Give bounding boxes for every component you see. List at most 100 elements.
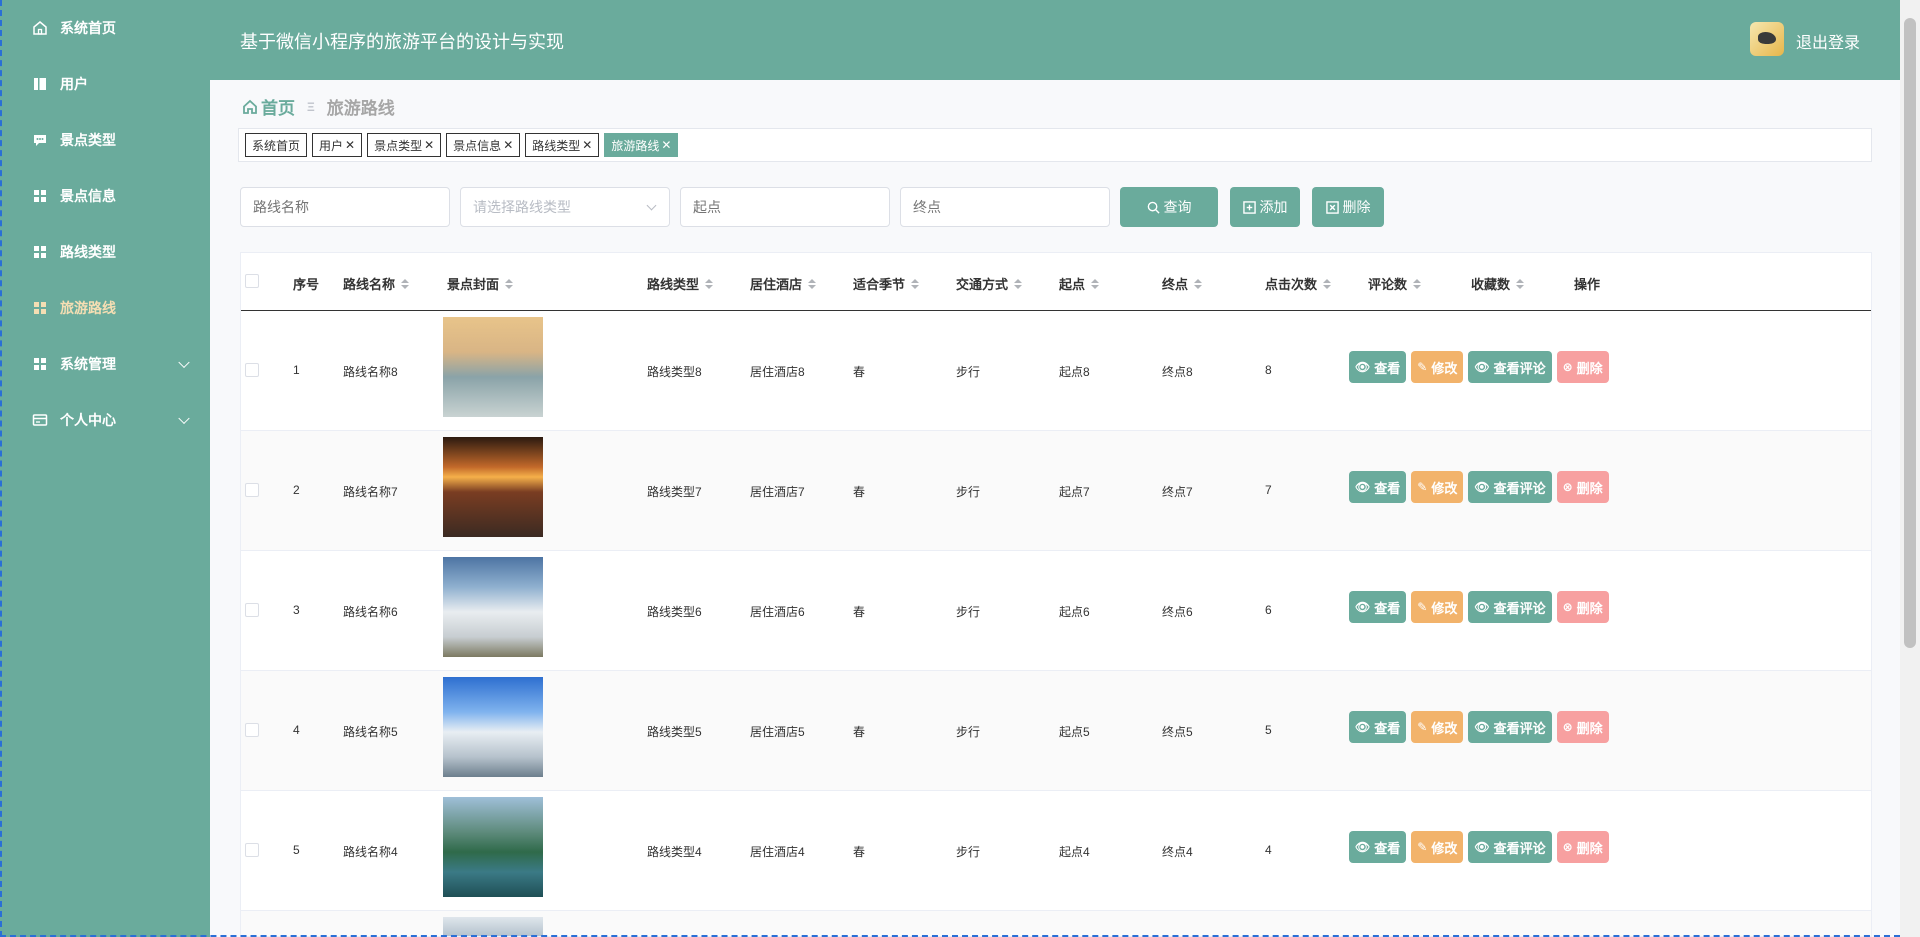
scenic-cover-image [443,917,543,936]
view-button[interactable]: 👁 查看 [1349,711,1407,743]
row-checkbox[interactable] [245,483,259,497]
view-comments-button[interactable]: 👁 查看评论 [1468,351,1552,383]
route-name-input[interactable] [240,187,450,227]
delete-button[interactable]: ⊗ 删除 [1556,831,1609,863]
close-icon[interactable]: ✕ [424,138,434,152]
sort-icon[interactable] [1091,278,1100,289]
sort-icon[interactable] [911,278,920,289]
sort-icon[interactable] [1323,278,1332,289]
sort-icon[interactable] [1516,278,1525,289]
row-checkbox[interactable] [245,363,259,377]
header-label: 交通方式 [956,277,1009,292]
view-button[interactable]: 👁 查看 [1349,831,1407,863]
app-title: 基于微信小程序的旅游平台的设计与实现 [240,32,564,52]
header-season[interactable]: 适合季节 [853,274,920,293]
header-hotel[interactable]: 居住酒店 [750,274,817,293]
end-input[interactable] [900,187,1110,227]
sort-icon[interactable] [1413,278,1422,289]
edit-button[interactable]: ✎ 修改 [1411,471,1464,503]
sort-icon[interactable] [401,278,410,289]
delete-button[interactable]: 删除 [1312,187,1384,227]
sidebar-item-label: 路线类型 [60,244,116,260]
sidebar-item-personal-center[interactable]: 个人中心 [2,392,210,448]
edit-button[interactable]: ✎ 修改 [1411,711,1464,743]
query-button-label: 查询 [1163,199,1192,215]
view-button[interactable]: 👁 查看 [1349,351,1407,383]
header-end[interactable]: 终点 [1162,274,1203,293]
delete-button-label: 删除 [1576,480,1603,496]
edit-button[interactable]: ✎ 修改 [1411,831,1464,863]
header-comments[interactable]: 评论数 [1368,274,1422,293]
close-icon[interactable]: ✕ [661,138,671,152]
query-button[interactable]: 查询 [1120,187,1218,227]
header-clicks[interactable]: 点击次数 [1265,274,1332,293]
sort-icon[interactable] [1014,278,1023,289]
cell-season: 春 [853,365,866,379]
header-cover[interactable]: 景点封面 [447,274,514,293]
header-start[interactable]: 起点 [1059,274,1100,293]
sidebar-item-home[interactable]: 系统首页 [2,0,210,56]
start-input[interactable] [680,187,890,227]
cell-hotel: 居住酒店7 [750,485,805,499]
add-button[interactable]: 添加 [1230,187,1300,227]
sidebar-item-tour-routes[interactable]: 旅游路线 [2,280,210,336]
delete-button[interactable]: ⊗ 删除 [1556,711,1609,743]
view-button[interactable]: 👁 查看 [1349,471,1407,503]
sidebar-item-scenic-info[interactable]: 景点信息 [2,168,210,224]
sidebar-item-label: 旅游路线 [60,300,116,316]
header-label: 点击次数 [1265,277,1318,292]
close-icon[interactable]: ✕ [582,138,592,152]
scrollbar-thumb[interactable] [1904,18,1916,648]
tag-home[interactable]: 系统首页 [245,133,308,157]
breadcrumb-home[interactable]: 首页 [242,94,295,119]
page-scrollbar[interactable] [1900,0,1920,937]
sort-icon[interactable] [705,278,714,289]
sidebar-item-route-types[interactable]: 路线类型 [2,224,210,280]
row-actions: 👁 查看 ✎ 修改 👁 查看评论 ⊗ 删除 [1349,591,1614,623]
view-comments-button[interactable]: 👁 查看评论 [1468,831,1552,863]
cell-hotel: 居住酒店6 [750,605,805,619]
tag-route-types[interactable]: 路线类型 ✕ [525,133,600,157]
route-type-select[interactable]: 请选择路线类型 [460,187,670,227]
header-transport[interactable]: 交通方式 [956,274,1023,293]
view-comments-button[interactable]: 👁 查看评论 [1468,711,1552,743]
logout-button[interactable]: 退出登录 [1796,29,1860,53]
tag-scenic-types[interactable]: 景点类型 ✕ [367,133,442,157]
header-route-type[interactable]: 路线类型 [647,274,714,293]
breadcrumb-home-label: 首页 [261,99,295,118]
tag-label: 系统首页 [252,138,301,153]
tag-tour-routes[interactable]: 旅游路线 ✕ [604,133,679,157]
edit-button[interactable]: ✎ 修改 [1411,591,1464,623]
select-all-checkbox[interactable] [245,274,259,288]
cell-start: 起点4 [1059,845,1090,859]
sidebar-item-scenic-types[interactable]: 景点类型 [2,112,210,168]
header-favorites[interactable]: 收藏数 [1471,274,1525,293]
close-icon[interactable]: ✕ [345,138,355,152]
close-icon[interactable]: ✕ [503,138,513,152]
add-icon [1242,200,1256,214]
sort-icon[interactable] [1194,278,1203,289]
header-route-name[interactable]: 路线名称 [343,274,410,293]
delete-button[interactable]: ⊗ 删除 [1556,471,1609,503]
sort-icon[interactable] [505,278,514,289]
delete-button-label: 删除 [1576,720,1603,736]
tag-scenic-info[interactable]: 景点信息 ✕ [446,133,521,157]
edit-button[interactable]: ✎ 修改 [1411,351,1464,383]
row-checkbox[interactable] [245,603,259,617]
tag-users[interactable]: 用户 ✕ [312,133,363,157]
view-comments-button[interactable]: 👁 查看评论 [1468,591,1552,623]
row-checkbox[interactable] [245,723,259,737]
tag-label: 景点信息 [453,138,502,153]
sidebar-item-system-management[interactable]: 系统管理 [2,336,210,392]
main-content: 首页 Ξ 旅游路线 系统首页 用户 ✕ 景点类型 ✕ 景点信息 ✕ 路线类型 ✕ 旅游路… [210,80,1900,937]
avatar[interactable] [1750,22,1784,56]
sort-icon[interactable] [808,278,817,289]
delete-button[interactable]: ⊗ 删除 [1556,351,1609,383]
view-comments-button[interactable]: 👁 查看评论 [1468,471,1552,503]
row-actions: 👁 查看 ✎ 修改 👁 查看评论 ⊗ 删除 [1349,471,1614,503]
sidebar-item-users[interactable]: 用户 [2,56,210,112]
header-label: 景点封面 [447,277,500,292]
row-checkbox[interactable] [245,843,259,857]
delete-button[interactable]: ⊗ 删除 [1556,591,1609,623]
view-button[interactable]: 👁 查看 [1349,591,1407,623]
